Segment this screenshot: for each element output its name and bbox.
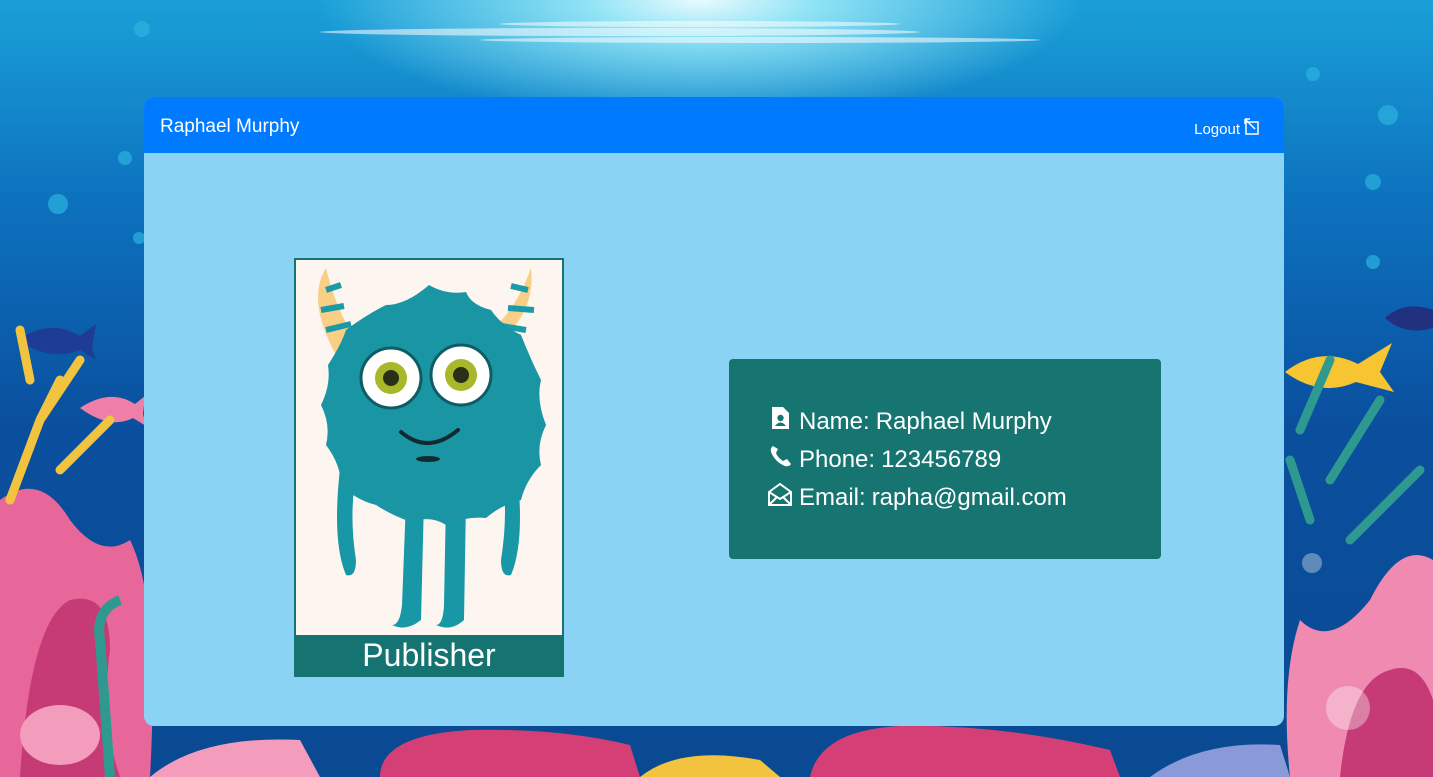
phone-row: Phone: 123456789 (767, 443, 1001, 476)
water-surface-ripples (320, 21, 1040, 43)
navbar: Raphael Murphy Logout (144, 97, 1284, 153)
logout-label: Logout (1194, 120, 1240, 138)
name-label: Name: (799, 407, 870, 435)
navbar-user-name[interactable]: Raphael Murphy (160, 116, 299, 138)
name-row: Name: Raphael Murphy (767, 405, 1052, 438)
coral-left (0, 325, 153, 777)
coral-bottom (150, 725, 1290, 777)
envelope-open-icon (767, 481, 793, 514)
profile-card: Raphael Murphy Logout Publisher Name: Ra… (144, 97, 1284, 726)
fish-navy (1385, 306, 1433, 331)
fish-yellow (1285, 343, 1394, 392)
logout-button[interactable]: Logout (1194, 118, 1262, 140)
email-label: Email: (799, 483, 866, 511)
phone-label: Phone: (799, 445, 876, 473)
fish-left (18, 324, 96, 360)
email-row: Email: rapha@gmail.com (767, 481, 1067, 514)
contact-card-icon (767, 405, 793, 438)
phone-icon (767, 443, 793, 476)
phone-value: 123456789 (881, 445, 1002, 473)
avatar-monster-image (318, 268, 546, 628)
avatar-card: Publisher (294, 258, 564, 677)
profile-info-panel: Name: Raphael Murphy Phone: 123456789 Em… (729, 359, 1161, 559)
role-label: Publisher (296, 635, 562, 675)
name-value: Raphael Murphy (875, 407, 1052, 435)
coral-right (1285, 355, 1433, 777)
email-value[interactable]: rapha@gmail.com (872, 484, 1067, 512)
logout-icon (1244, 118, 1262, 140)
